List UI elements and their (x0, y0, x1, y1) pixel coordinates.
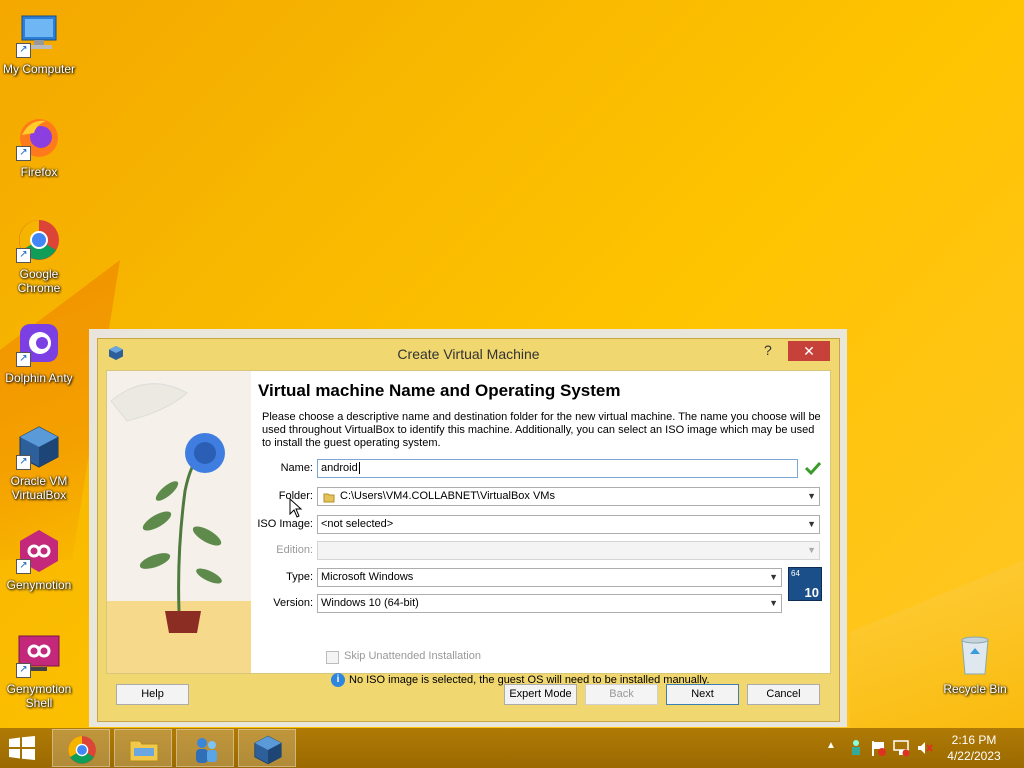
version-label: Version: (273, 597, 313, 609)
shortcut-arrow-icon: ↗ (16, 663, 31, 678)
desktop-icon-recycle-bin[interactable]: Recycle Bin (936, 632, 1014, 696)
type-select[interactable]: Microsoft Windows ▼ (317, 568, 782, 587)
taskbar-file-explorer[interactable] (114, 729, 172, 767)
chevron-down-icon: ▼ (807, 545, 816, 555)
network-icon[interactable] (892, 739, 910, 760)
desktop-icon-label: Dolphin Anty (5, 371, 73, 385)
virtualbox-icon (254, 735, 282, 765)
shortcut-arrow-icon: ↗ (16, 455, 31, 470)
desktop-icon-label: Genymotion (6, 578, 72, 592)
desktop-icon-label: Firefox (20, 165, 58, 179)
folder-select[interactable]: C:\Users\VM4.COLLABNET\VirtualBox VMs ▼ (317, 487, 820, 506)
folder-label: Folder: (278, 490, 313, 502)
os-badge-bits: 64 (791, 569, 800, 578)
shortcut-arrow-icon: ↗ (16, 352, 31, 367)
back-button: Back (585, 684, 658, 705)
chrome-icon: ↗ (16, 217, 62, 263)
recycle-bin-icon (952, 632, 998, 678)
expert-mode-button[interactable]: Expert Mode (504, 684, 577, 705)
next-button[interactable]: Next (666, 684, 739, 705)
name-input[interactable]: android (317, 459, 798, 478)
taskbar-people-app[interactable] (176, 729, 234, 767)
desktop-icon-genymotion[interactable]: ↗ Genymotion (0, 528, 78, 592)
create-vm-dialog: Create Virtual Machine ? ✕ Virtual machi… (97, 338, 840, 722)
dialog-title: Create Virtual Machine (397, 346, 540, 362)
desktop-icon-label: My Computer (2, 62, 76, 76)
clock-time: 2:16 PM (951, 733, 997, 747)
iso-image-value: <not selected> (321, 518, 394, 530)
close-button[interactable]: ✕ (788, 341, 830, 361)
start-button[interactable] (8, 736, 40, 762)
help-button[interactable]: ? (764, 342, 772, 358)
info-icon: i (331, 673, 345, 687)
version-value: Windows 10 (64-bit) (321, 597, 419, 609)
desktop-icon-oracle-vm-virtualbox[interactable]: ↗ Oracle VM VirtualBox (0, 424, 78, 502)
os-badge-version: 10 (804, 585, 819, 600)
desktop-icon-firefox[interactable]: ↗ Firefox (0, 115, 78, 179)
wizard-illustration (107, 371, 251, 673)
dialog-content: Virtual machine Name and Operating Syste… (106, 370, 831, 687)
volume-muted-icon[interactable] (916, 739, 934, 760)
taskbar-virtualbox[interactable] (238, 729, 296, 767)
skip-unattended-checkbox (326, 651, 339, 664)
action-center-flag-icon[interactable] (870, 739, 886, 760)
computer-icon: ↗ (16, 12, 62, 58)
chevron-down-icon: ▼ (807, 491, 816, 501)
description-text: Please choose a descriptive name and des… (262, 411, 821, 449)
type-label: Type: (286, 571, 313, 583)
desktop-icon-genymotion-shell[interactable]: ↗ Genymotion Shell (0, 632, 78, 710)
chevron-down-icon: ▼ (769, 598, 778, 608)
folder-value: C:\Users\VM4.COLLABNET\VirtualBox VMs (340, 490, 555, 502)
desktop-icon-label: Oracle VM VirtualBox (10, 474, 68, 502)
desktop-icon-google-chrome[interactable]: ↗ Google Chrome (0, 217, 78, 295)
shortcut-arrow-icon: ↗ (16, 248, 31, 263)
shortcut-arrow-icon: ↗ (16, 146, 31, 161)
clock-date: 4/22/2023 (947, 749, 1001, 763)
name-label: Name: (280, 462, 313, 474)
iso-image-select[interactable]: <not selected> ▼ (317, 515, 820, 534)
virtualbox-icon: ↗ (16, 424, 62, 470)
windows-10-64bit-icon: 64 10 (788, 567, 822, 601)
chrome-icon (68, 736, 96, 764)
desktop-icon-my-computer[interactable]: ↗ My Computer (0, 12, 78, 76)
firefox-icon: ↗ (16, 115, 62, 161)
dialog-titlebar[interactable]: Create Virtual Machine ? ✕ (98, 339, 839, 369)
name-value: android (321, 462, 358, 474)
shortcut-arrow-icon: ↗ (16, 43, 31, 58)
version-select[interactable]: Windows 10 (64-bit) ▼ (317, 594, 782, 613)
folder-icon (323, 491, 335, 509)
iso-image-label: ISO Image: (257, 518, 313, 530)
page-heading: Virtual machine Name and Operating Syste… (258, 381, 621, 400)
windows-logo-icon (9, 736, 35, 760)
valid-checkmark-icon (804, 459, 822, 480)
chevron-down-icon: ▼ (769, 572, 778, 582)
type-value: Microsoft Windows (321, 571, 414, 583)
network-agent-icon[interactable] (848, 739, 864, 760)
chevron-down-icon: ▼ (807, 519, 816, 529)
desktop-icon-label: Recycle Bin (943, 682, 1007, 696)
shortcut-arrow-icon: ↗ (16, 559, 31, 574)
desktop-icon-dolphin-anty[interactable]: ↗ Dolphin Anty (0, 321, 78, 385)
desktop-icon-label: Google Chrome (17, 267, 61, 295)
edition-select: ▼ (317, 541, 820, 560)
skip-unattended-label: Skip Unattended Installation (344, 650, 481, 662)
taskbar: ▲ 2:16 PM 4/22/2023 (0, 728, 1024, 768)
show-hidden-icons-chevron-icon[interactable]: ▲ (826, 740, 836, 751)
file-explorer-icon (129, 740, 159, 762)
genymotion-icon: ↗ (16, 528, 62, 574)
taskbar-clock[interactable]: 2:16 PM 4/22/2023 (944, 732, 1004, 764)
genymotion-shell-icon: ↗ (16, 632, 62, 678)
cancel-button[interactable]: Cancel (747, 684, 820, 705)
people-icon (196, 738, 217, 763)
dolphin-anty-icon: ↗ (16, 321, 62, 367)
taskbar-chrome[interactable] (52, 729, 110, 767)
desktop-icon-label: Genymotion Shell (6, 682, 72, 710)
help-dialog-button[interactable]: Help (116, 684, 189, 705)
edition-label: Edition: (276, 544, 313, 556)
